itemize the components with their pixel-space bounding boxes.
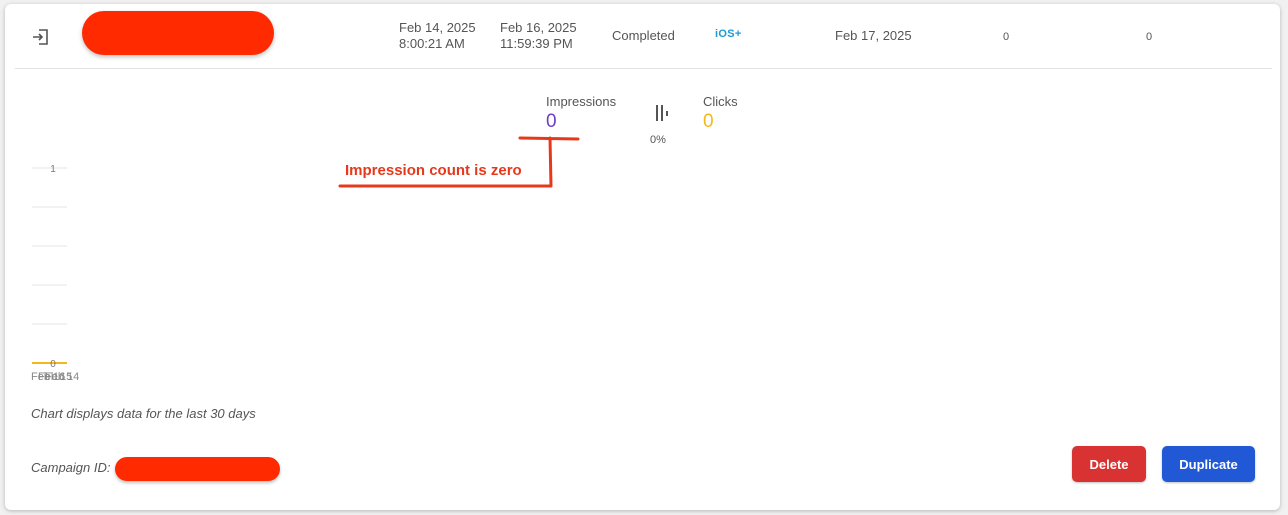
impressions-clicks-chart: 10 [32,164,67,370]
redacted-campaign-id [115,457,280,481]
redacted-campaign-name [82,11,274,55]
campaign-id-label: Campaign ID: [31,460,111,475]
row-divider [15,68,1272,69]
login-icon[interactable] [30,26,52,48]
count-a: 0 [1003,31,1010,43]
clicks-label: Clicks [703,94,738,109]
campaign-card [5,4,1280,510]
count-b: 0 [1146,31,1153,43]
annotation-text: Impression count is zero [345,162,522,179]
platform-ios-icon: iOS+ [715,28,742,40]
chart-note: Chart displays data for the last 30 days [31,406,256,421]
delete-button[interactable]: Delete [1072,446,1146,482]
impressions-label: Impressions [546,94,617,109]
ctr-percent: 0% [650,134,666,146]
start-date: Feb 14, 2025 8:00:21 AM [399,20,476,51]
end-date: Feb 16, 2025 11:59:39 PM [500,20,577,51]
chart-x-tick-label: Feb 14 [45,371,80,383]
clicks-value: 0 [703,111,714,132]
updated-date: Feb 17, 2025 [835,28,912,43]
chart-y-tick-label: 1 [50,164,56,175]
chart-y-tick-label: 0 [50,359,56,370]
duplicate-button[interactable]: Duplicate [1162,446,1255,482]
status-text: Completed [612,28,675,43]
ratio-bars-icon [656,105,668,121]
